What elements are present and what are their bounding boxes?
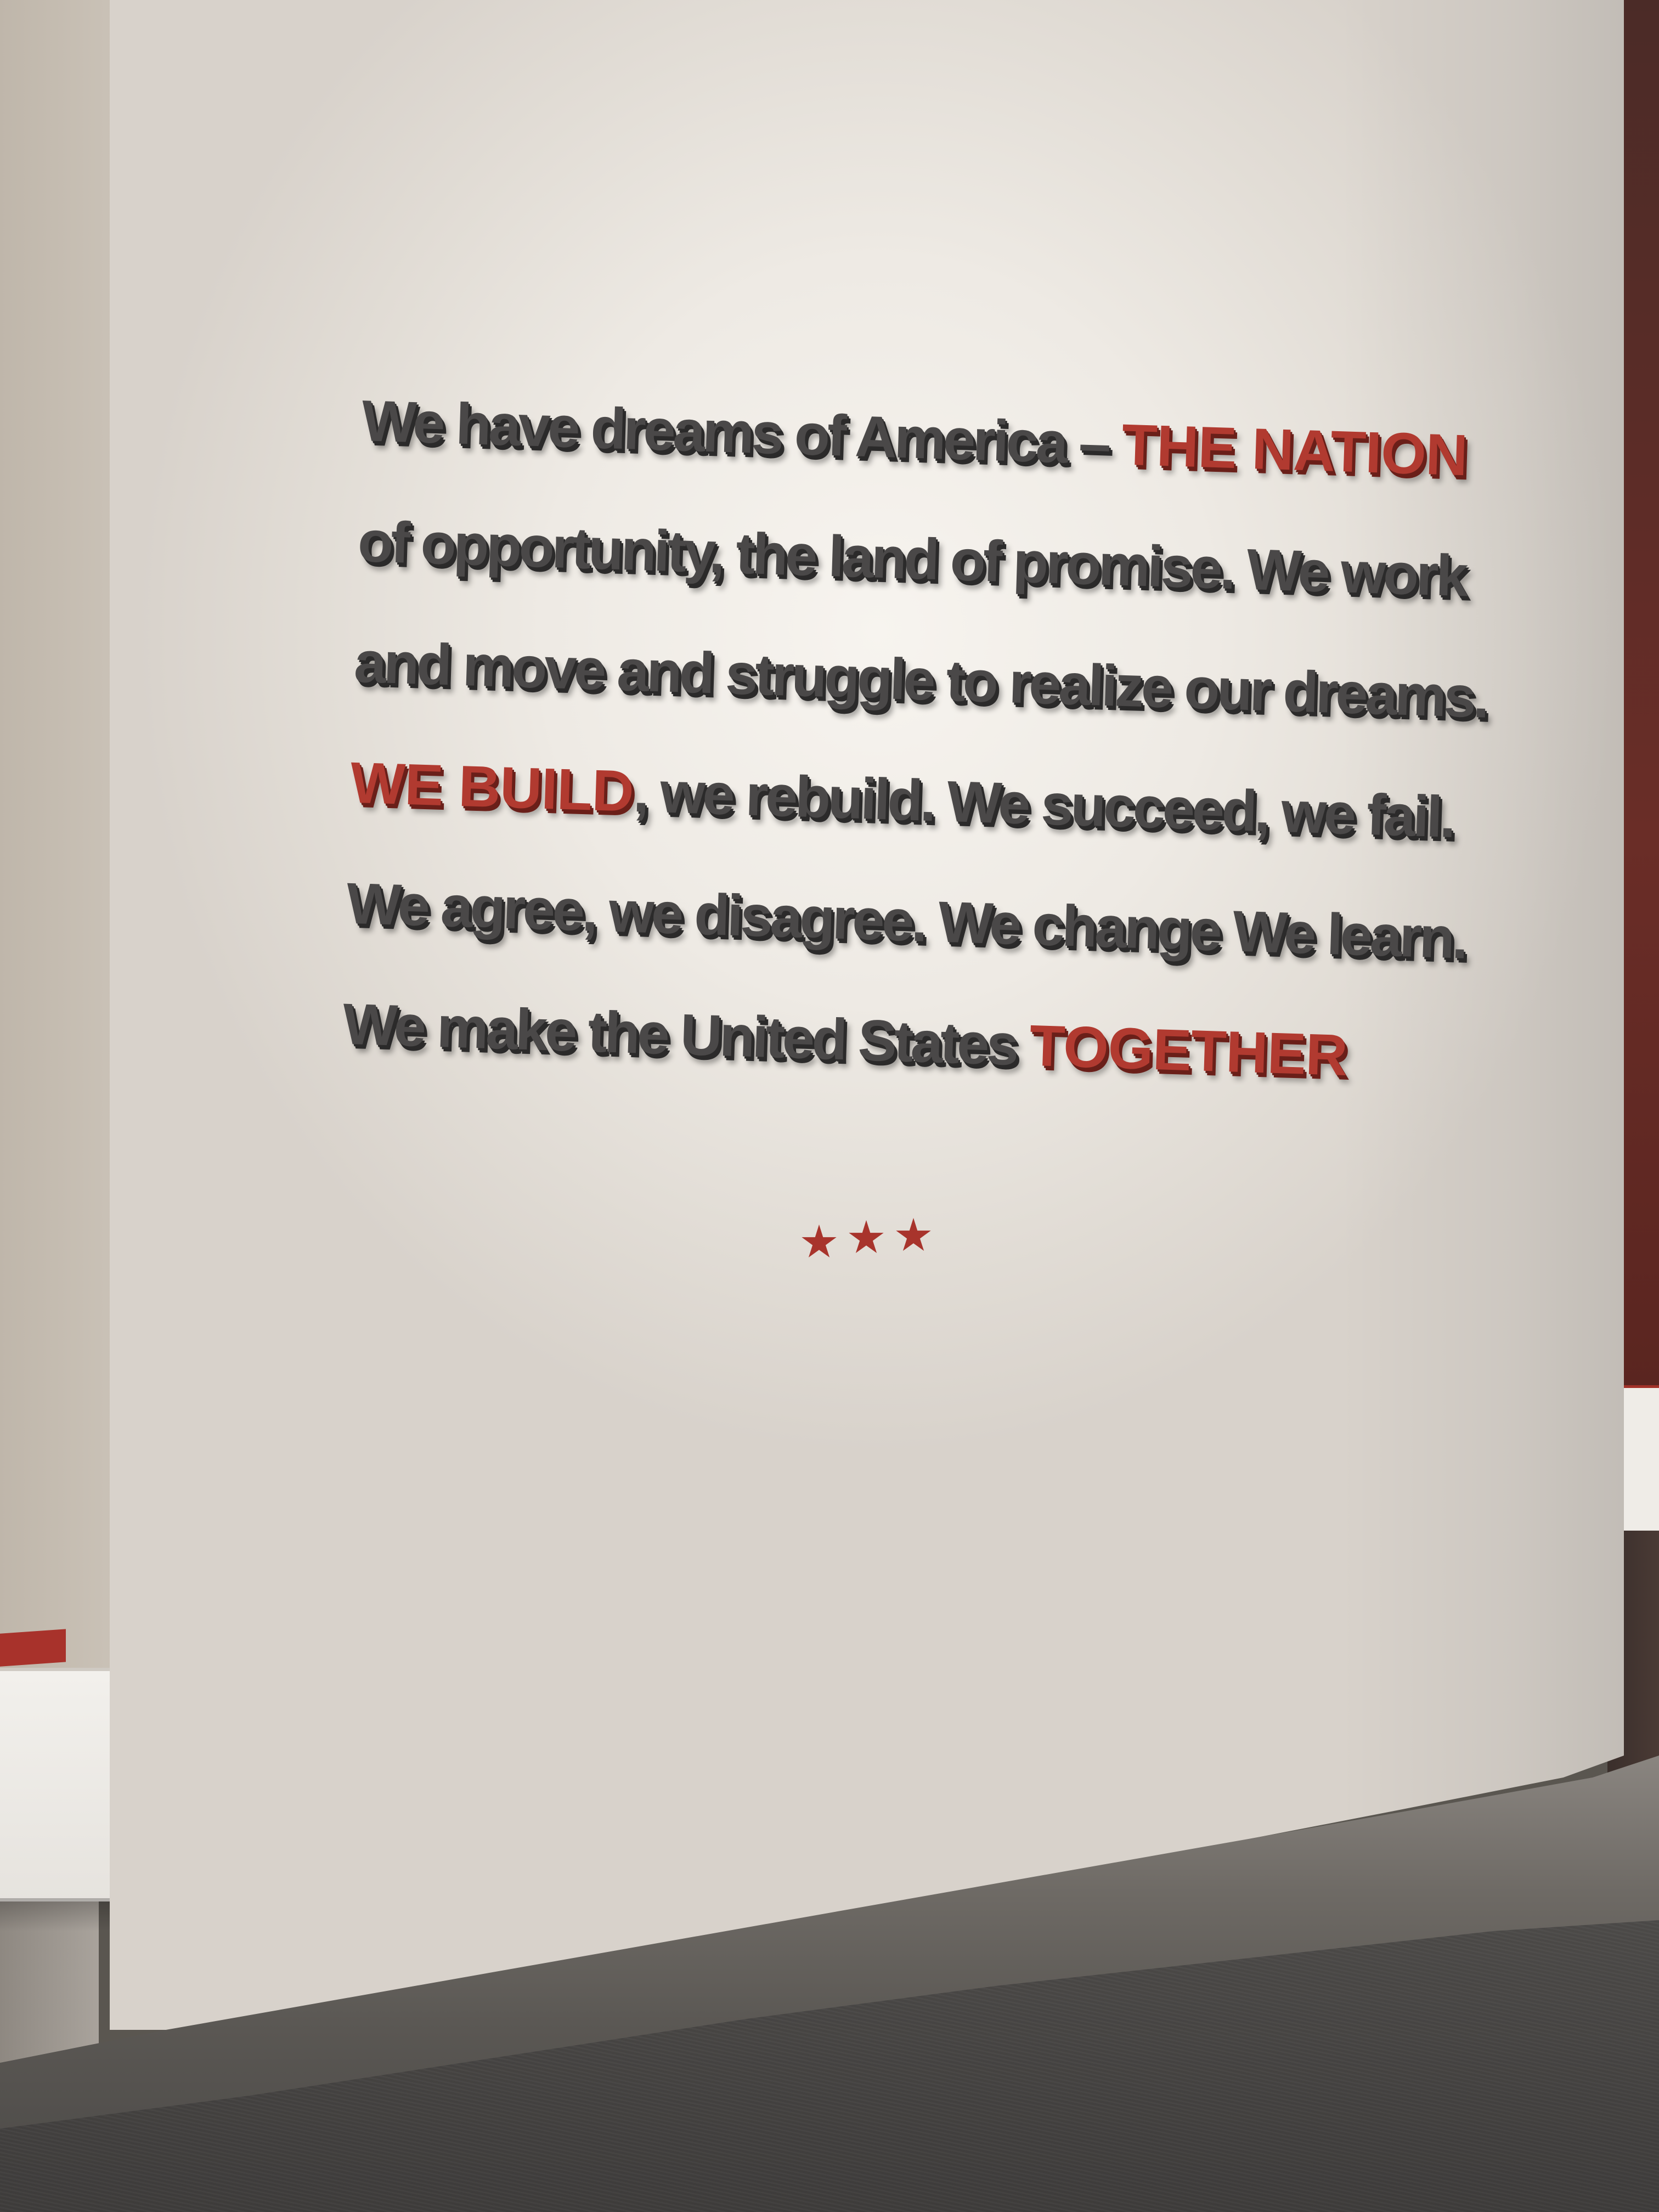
quote-line-4-text: , we rebuild. We succeed, we fail. <box>632 759 1454 850</box>
quote-line-6-text: We make the United States <box>342 991 1031 1078</box>
display-case-glass <box>0 0 128 1673</box>
quote-highlight-the-nation: THE NATION <box>1120 412 1469 488</box>
museum-scene: We have dreams of America – THE NATION o… <box>0 0 1659 2212</box>
quote-highlight-together: TOGETHER <box>1028 1013 1348 1088</box>
quote-highlight-we-build: WE BUILD <box>349 750 635 824</box>
quote-line-3: and move and struggle to realize our dre… <box>353 629 1488 730</box>
quote-line-5: We agree, we disagree. We change We lear… <box>345 871 1467 971</box>
star-icon <box>849 1220 884 1254</box>
star-icon <box>896 1218 931 1251</box>
star-icon <box>802 1224 837 1258</box>
quote-line-4: WE BUILD, we rebuild. We succeed, we fai… <box>349 750 1454 850</box>
quote-line-2: of opportunity, the land of promise. We … <box>357 509 1467 609</box>
wall-quote: We have dreams of America – THE NATION o… <box>340 388 1488 1146</box>
wall-shade <box>1339 0 1624 2030</box>
stars-ornament <box>801 1218 933 1267</box>
quote-line-6: We make the United States TOGETHER <box>342 991 1348 1088</box>
display-case-red-fabric <box>0 1629 66 1668</box>
